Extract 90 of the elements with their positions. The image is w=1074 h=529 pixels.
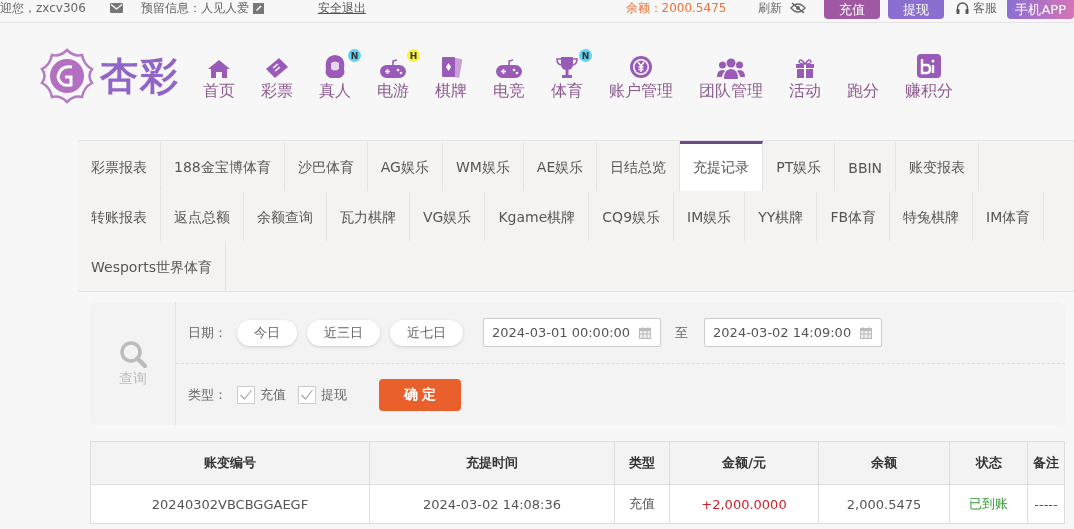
column-header: 账变编号 <box>90 441 370 485</box>
tab[interactable]: AE娱乐 <box>523 141 598 191</box>
logo-emblem-icon <box>38 47 96 105</box>
date-field[interactable]: 2024-03-02 14:09:00 <box>704 318 883 347</box>
edit-icon[interactable] <box>252 2 264 14</box>
nav-link[interactable]: 活动 <box>789 81 821 102</box>
customer-service-link[interactable]: 客服 <box>973 0 998 17</box>
balance-text: 余额：2000.5475 <box>625 0 727 17</box>
logo-text: 杏彩 <box>100 52 180 100</box>
nav-link[interactable]: 真人 <box>319 81 351 102</box>
date-label: 日期： <box>188 323 227 342</box>
playing-cards-icon[interactable] <box>439 55 463 79</box>
checkbox-label: 充值 <box>260 385 286 404</box>
trophy-icon[interactable] <box>555 55 579 79</box>
table-cell: 已到账 <box>949 484 1028 524</box>
column-header: 状态 <box>949 441 1028 485</box>
table-cell: 2,000.5475 <box>818 484 950 524</box>
welcome-text: 迎您，zxcv306 <box>0 0 86 17</box>
gamepad-icon[interactable] <box>379 59 407 79</box>
tab[interactable]: Kgame棋牌 <box>485 191 590 241</box>
nav-link[interactable]: 棋牌 <box>435 81 467 102</box>
badge: H <box>407 49 420 62</box>
to-label: 至 <box>675 323 689 342</box>
tab[interactable]: WM娱乐 <box>442 141 524 191</box>
eye-slash-icon[interactable] <box>790 2 807 14</box>
column-header: 金额/元 <box>669 441 819 485</box>
top-button[interactable]: 提现 <box>888 0 945 19</box>
nav-link[interactable]: 跑分 <box>847 81 879 102</box>
search-icon <box>118 339 147 368</box>
quick-date-button[interactable]: 近七日 <box>390 319 463 346</box>
tab[interactable]: 余额查询 <box>244 191 327 241</box>
nav-link[interactable]: 电游 <box>377 81 409 102</box>
tab[interactable]: PT娱乐 <box>763 141 836 191</box>
gift-icon[interactable] <box>794 57 816 79</box>
tab[interactable]: Wesports世界体育 <box>78 241 226 291</box>
nav-link[interactable]: 体育 <box>551 81 583 102</box>
nav-link[interactable]: 团队管理 <box>699 81 763 102</box>
tab[interactable]: BBIN <box>835 141 897 191</box>
yen-coin-icon[interactable] <box>629 55 653 79</box>
reserved-info-text: 预留信息：人见人爱 <box>140 0 249 17</box>
tab[interactable]: AG娱乐 <box>367 141 443 191</box>
badge: N <box>579 49 592 62</box>
quick-date-button[interactable]: 今日 <box>237 319 297 346</box>
tab[interactable]: 沙巴体育 <box>284 141 368 191</box>
checkbox[interactable] <box>298 385 316 404</box>
mobile-app-button[interactable]: 手机APP <box>1007 0 1074 19</box>
tab[interactable]: YY棋牌 <box>745 191 818 241</box>
table-cell: 2024-03-02 14:08:36 <box>369 484 615 524</box>
tab[interactable]: CQ9娱乐 <box>589 191 675 241</box>
tab[interactable]: VG娱乐 <box>410 191 486 241</box>
refresh-link[interactable]: 刷新 <box>758 0 783 17</box>
nav-link[interactable]: 彩票 <box>261 81 293 102</box>
nav-link[interactable]: 电竞 <box>493 81 525 102</box>
tab[interactable]: 转账报表 <box>78 191 161 241</box>
mail-icon[interactable] <box>109 3 123 13</box>
tab[interactable]: 返点总额 <box>161 191 244 241</box>
column-header: 备注 <box>1027 441 1065 485</box>
tab[interactable]: 瓦力棋牌 <box>327 191 410 241</box>
tab[interactable]: 特兔棋牌 <box>890 191 974 241</box>
top-button[interactable]: 充值 <box>824 0 881 19</box>
nav-link[interactable]: 账户管理 <box>609 81 673 102</box>
logout-link[interactable]: 安全退出 <box>317 0 366 17</box>
gamepad-icon[interactable] <box>495 59 523 79</box>
table-cell: 20240302VBCBGGAEGF <box>90 484 370 524</box>
tab[interactable]: 账变报表 <box>896 141 980 191</box>
quick-date-button[interactable]: 近三日 <box>307 319 380 346</box>
tab[interactable]: 188金宝博体育 <box>161 141 285 191</box>
tab[interactable]: IM体育 <box>973 191 1045 241</box>
tab[interactable]: 充提记录 <box>680 141 764 191</box>
nav-link[interactable]: 赚积分 <box>905 81 953 102</box>
badge: N <box>348 49 361 62</box>
date-field[interactable]: 2024-03-01 00:00:00 <box>483 318 662 347</box>
checkbox-label: 提现 <box>321 385 347 404</box>
column-header: 充提时间 <box>369 441 615 485</box>
table-cell: 充值 <box>614 484 670 524</box>
headset-icon[interactable] <box>956 2 970 14</box>
team-icon[interactable] <box>717 57 745 79</box>
column-header: 余额 <box>818 441 950 485</box>
app-tile-icon[interactable] <box>916 53 942 79</box>
table-cell: ----- <box>1027 484 1065 524</box>
checkbox[interactable] <box>237 385 255 404</box>
type-label: 类型： <box>188 385 227 404</box>
tab[interactable]: FB体育 <box>817 191 891 241</box>
table-cell: +2,000.0000 <box>669 484 819 524</box>
tab[interactable]: IM娱乐 <box>674 191 746 241</box>
home-icon[interactable] <box>207 59 231 79</box>
nav-link[interactable]: 首页 <box>203 81 235 102</box>
ticket-icon[interactable] <box>265 57 289 79</box>
column-header: 类型 <box>614 441 670 485</box>
tab[interactable]: 彩票报表 <box>78 141 161 191</box>
